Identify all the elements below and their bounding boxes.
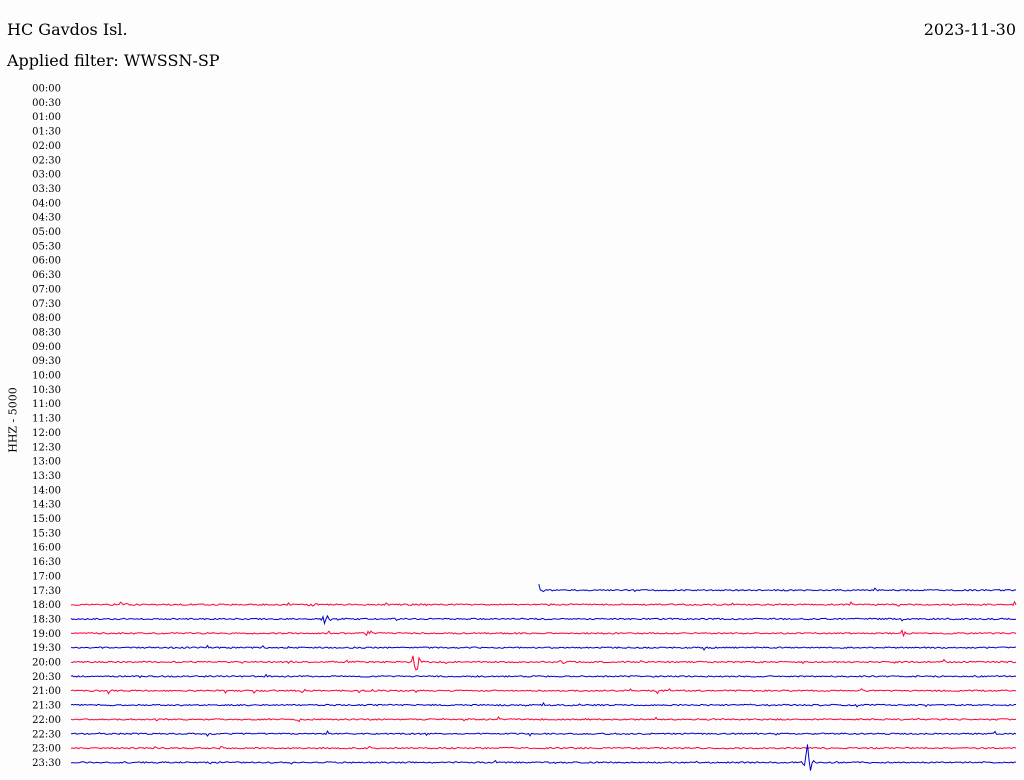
tick-label: 20:30 bbox=[32, 672, 61, 683]
tick-label: 15:00 bbox=[32, 514, 61, 525]
tick-label: 22:00 bbox=[32, 715, 61, 726]
tick-label: 14:30 bbox=[32, 500, 61, 511]
tick-label: 20:00 bbox=[32, 658, 61, 669]
tick-label: 19:00 bbox=[32, 629, 61, 640]
trace-2200 bbox=[70, 716, 1017, 723]
tick-label: 11:30 bbox=[32, 414, 61, 425]
tick-label: 13:00 bbox=[32, 457, 61, 468]
tick-label: 05:30 bbox=[32, 241, 61, 252]
helicorder-plot: 00:00 00:30 01:00 01:30 02:00 02:30 03:00 03:30… bbox=[32, 84, 1017, 771]
tick-label: 16:30 bbox=[32, 557, 61, 568]
trace-2030 bbox=[70, 673, 1017, 679]
tick-label: 03:00 bbox=[32, 170, 61, 181]
tick-label: 10:00 bbox=[32, 371, 61, 382]
tick-label: 01:30 bbox=[32, 127, 61, 138]
tick-label: 16:00 bbox=[32, 543, 61, 554]
tick-label: 04:30 bbox=[32, 213, 61, 224]
tick-label: 03:30 bbox=[32, 184, 61, 195]
tick-label: 08:00 bbox=[32, 313, 61, 324]
trace-2230 bbox=[70, 730, 1017, 737]
time-axis: 00:00 00:30 01:00 01:30 02:00 02:30 03:00 03:30… bbox=[32, 84, 61, 769]
trace-1830 bbox=[70, 614, 1017, 626]
trace-2130 bbox=[70, 701, 1016, 708]
tick-label: 14:00 bbox=[32, 485, 61, 496]
tick-label: 09:00 bbox=[32, 342, 61, 353]
trace-2100 bbox=[70, 688, 1017, 695]
trace-1730 bbox=[538, 583, 1017, 593]
tick-label: 23:30 bbox=[32, 758, 61, 769]
trace-2300 bbox=[70, 745, 1017, 750]
seismic-traces bbox=[70, 583, 1017, 771]
tick-label: 22:30 bbox=[32, 729, 61, 740]
tick-label: 02:30 bbox=[32, 155, 61, 166]
trace-1900 bbox=[70, 629, 1017, 638]
trace-1930 bbox=[71, 644, 1017, 651]
tick-label: 02:00 bbox=[32, 141, 61, 152]
tick-label: 10:30 bbox=[32, 385, 61, 396]
tick-label: 06:30 bbox=[32, 270, 61, 281]
tick-label: 21:30 bbox=[32, 701, 61, 712]
tick-label: 00:00 bbox=[32, 84, 61, 95]
tick-label: 09:30 bbox=[32, 356, 61, 367]
tick-label: 12:00 bbox=[32, 428, 61, 439]
tick-label: 19:30 bbox=[32, 643, 61, 654]
tick-label: 04:00 bbox=[32, 198, 61, 209]
tick-label: 05:00 bbox=[32, 227, 61, 238]
tick-label: 07:00 bbox=[32, 284, 61, 295]
tick-label: 18:00 bbox=[32, 600, 61, 611]
tick-label: 23:00 bbox=[32, 744, 61, 755]
tick-label: 01:00 bbox=[32, 112, 61, 123]
tick-label: 00:30 bbox=[32, 98, 61, 109]
tick-label: 11:00 bbox=[32, 399, 61, 410]
trace-1800 bbox=[70, 600, 1017, 607]
tick-label: 21:00 bbox=[32, 686, 61, 697]
tick-label: 08:30 bbox=[32, 327, 61, 338]
tick-label: 07:30 bbox=[32, 299, 61, 310]
trace-2000 bbox=[70, 655, 1017, 671]
tick-label: 12:30 bbox=[32, 442, 61, 453]
tick-label: 06:00 bbox=[32, 256, 61, 267]
tick-label: 15:30 bbox=[32, 528, 61, 539]
tick-label: 17:00 bbox=[32, 571, 61, 582]
tick-label: 18:30 bbox=[32, 614, 61, 625]
tick-label: 13:30 bbox=[32, 471, 61, 482]
tick-label: 17:30 bbox=[32, 586, 61, 597]
